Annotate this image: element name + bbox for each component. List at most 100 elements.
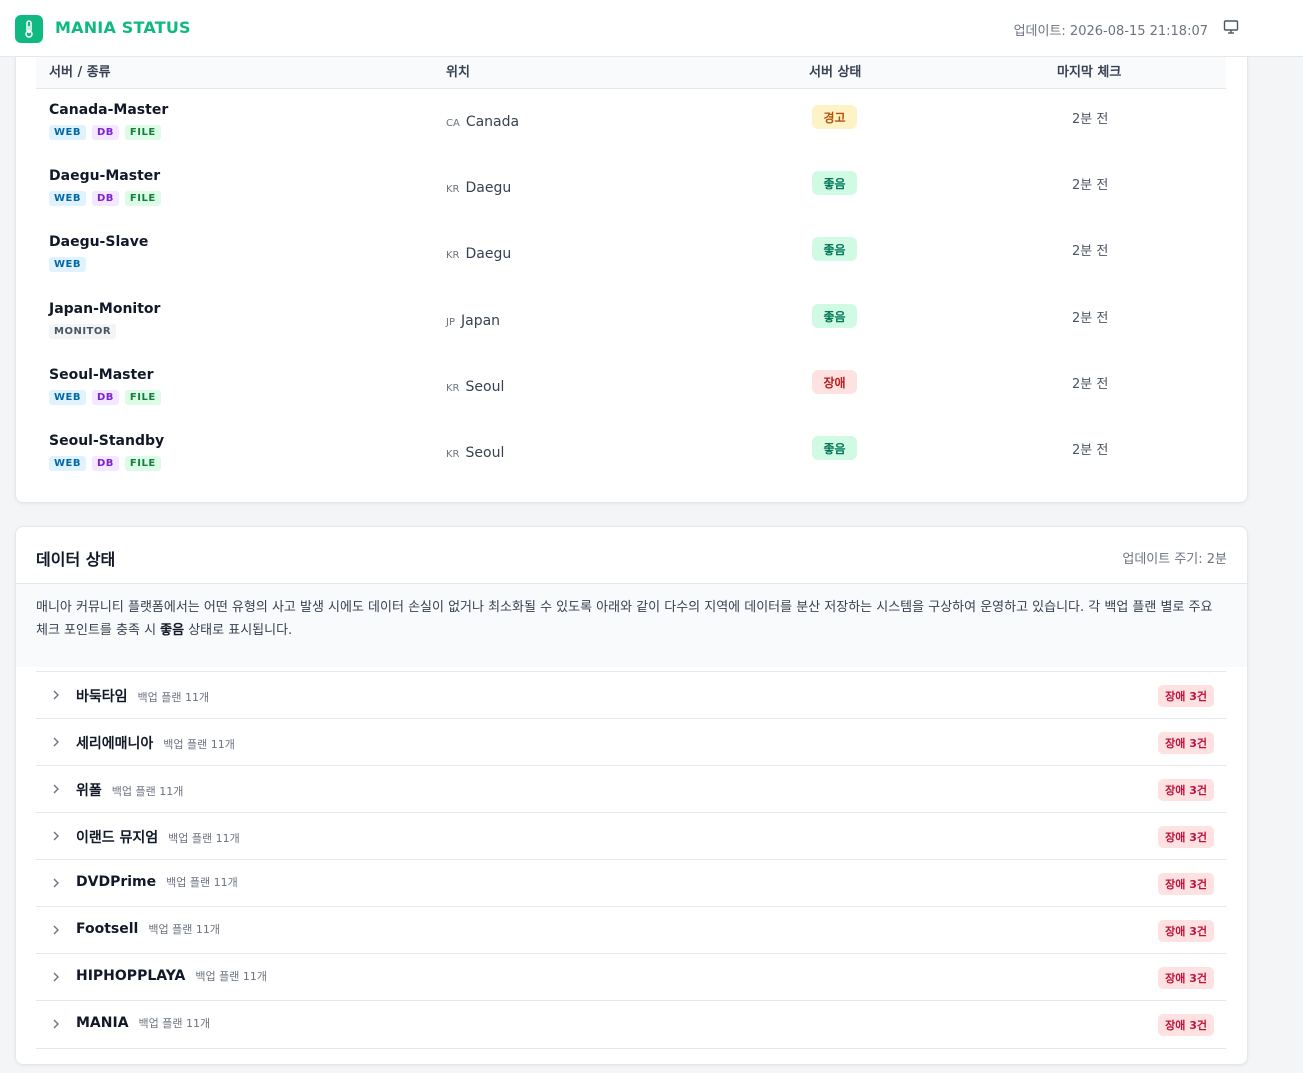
country-code: CA [446,118,460,129]
backup-plan-row[interactable]: Footsell 백업 플랜 11개 장애 3건 [36,906,1226,954]
server-tags: WEB DB FILE [49,125,161,140]
server-table-header: 서버 / 종류 위치 서버 상태 마지막 체크 [36,57,1226,89]
server-location: KR Daegu [446,246,511,262]
server-tags: WEB DB FILE [49,390,161,405]
location-name: Daegu [465,246,512,262]
server-tag: FILE [124,125,161,140]
backup-plan-row[interactable]: 세리에매니아 백업 플랜 11개 장애 3건 [36,718,1226,766]
chevron-right-icon[interactable] [51,924,61,936]
last-check-time: 2분 전 [1072,311,1109,326]
status-badge: 좋음 [812,304,857,328]
server-tag: MONITOR [49,324,117,339]
country-code: KR [446,250,460,261]
backup-plan-row[interactable]: 바둑타임 백업 플랜 11개 장애 3건 [36,671,1226,719]
country-code: KR [446,449,460,460]
chevron-right-icon[interactable] [51,736,61,748]
thermometer-icon[interactable] [15,15,43,43]
site-name: HIPHOPPLAYA 백업 플랜 11개 [76,968,267,984]
backup-plan-count: 백업 플랜 11개 [163,738,235,751]
backup-plan-count: 백업 플랜 11개 [166,876,238,889]
location-name: Japan [460,313,501,329]
data-status-card: 데이터 상태 업데이트 주기: 2분 매니아 커뮤니티 플랫폼에서는 어떤 유형… [15,526,1248,1065]
chevron-right-icon[interactable] [51,877,61,889]
server-location: KR Daegu [446,180,511,196]
status-badge: 경고 [812,105,857,129]
server-location: CA Canada [446,114,519,130]
server-tag: DB [91,456,119,471]
location-name: Seoul [465,379,505,395]
column-last-check: 마지막 체크 [1057,65,1122,80]
server-tags: WEB DB FILE [49,191,161,206]
server-tag: FILE [124,456,161,471]
server-row[interactable]: Canada-Master WEB DB FILE CA Canada 경고 2분 전 [36,102,1226,168]
chevron-right-icon[interactable] [51,1018,61,1030]
server-tags: WEB [49,257,86,272]
server-row[interactable]: Japan-Monitor MONITOR JP Japan 좋음 2분 전 [36,301,1226,367]
chevron-right-icon[interactable] [51,689,61,701]
incident-badge: 장애 3건 [1158,826,1214,848]
server-name: Seoul-Standby [49,433,165,449]
server-name: Daegu-Slave [49,234,149,250]
server-tag: WEB [49,191,86,206]
server-tag: WEB [49,125,86,140]
incident-badge: 장애 3건 [1158,685,1214,707]
last-updated-time: 업데이트: 2026-08-15 21:18:07 [1013,24,1208,39]
backup-plan-count: 백업 플랜 11개 [137,691,210,704]
server-name: Canada-Master [49,102,169,118]
last-check-time: 2분 전 [1072,377,1109,392]
data-status-title: 데이터 상태 [36,550,116,569]
top-bar: MANIA STATUS 업데이트: 2026-08-15 21:18:07 [0,0,1303,57]
server-row[interactable]: Seoul-Standby WEB DB FILE KR Seoul 좋음 2분 전 [36,433,1226,499]
site-name: MANIA 백업 플랜 11개 [76,1015,211,1031]
backup-plan-count: 백업 플랜 11개 [168,832,240,845]
update-cycle: 업데이트 주기: 2분 [1122,552,1227,567]
server-row[interactable]: Daegu-Slave WEB KR Daegu 좋음 2분 전 [36,234,1226,300]
status-badge: 장애 [812,370,857,394]
server-tag: DB [91,125,119,140]
brand-title[interactable]: MANIA STATUS [55,18,191,37]
server-status-card: 서버 / 종류 위치 서버 상태 마지막 체크 Canada-Master WEB… [15,30,1248,503]
last-check-time: 2분 전 [1072,112,1109,127]
server-tag: WEB [49,390,86,405]
incident-badge: 장애 3건 [1158,873,1214,895]
incident-badge: 장애 3건 [1158,732,1214,754]
backup-plan-count: 백업 플랜 11개 [138,1017,211,1030]
server-location: KR Seoul [446,445,504,461]
server-row[interactable]: Seoul-Master WEB DB FILE KR Seoul 장애 2분 전 [36,367,1226,433]
site-name: 위폴 백업 플랜 11개 [76,783,184,799]
last-check-time: 2분 전 [1072,443,1109,458]
server-location: KR Seoul [446,379,504,395]
server-tag: FILE [124,390,161,405]
backup-plan-row[interactable]: MANIA 백업 플랜 11개 장애 3건 [36,1000,1226,1049]
server-row[interactable]: Daegu-Master WEB DB FILE KR Daegu 좋음 2분 전 [36,168,1226,234]
server-name: Japan-Monitor [49,301,161,317]
location-name: Seoul [465,445,505,461]
incident-badge: 장애 3건 [1158,967,1214,989]
data-status-description: 매니아 커뮤니티 플랫폼에서는 어떤 유형의 사고 발생 시에도 데이터 손실이… [16,583,1247,667]
last-check-time: 2분 전 [1072,178,1109,193]
server-tag: DB [91,191,119,206]
backup-plan-count: 백업 플랜 11개 [148,923,220,936]
country-code: KR [446,383,460,394]
incident-badge: 장애 3건 [1158,1014,1214,1036]
backup-plan-row[interactable]: DVDPrime 백업 플랜 11개 장애 3건 [36,859,1226,907]
chevron-right-icon[interactable] [51,830,61,842]
column-location: 위치 [446,65,470,80]
site-name: Footsell 백업 플랜 11개 [76,921,220,937]
location-name: Canada [465,114,520,130]
site-name: 이랜드 뮤지엄 백업 플랜 11개 [76,830,240,846]
country-code: KR [446,184,460,195]
monitor-icon[interactable] [1223,19,1239,35]
server-tags: WEB DB FILE [49,456,161,471]
column-server-status: 서버 상태 [809,65,862,80]
server-name: Daegu-Master [49,168,161,184]
chevron-right-icon[interactable] [51,971,61,983]
backup-plan-row[interactable]: 위폴 백업 플랜 11개 장애 3건 [36,765,1226,813]
status-badge: 좋음 [812,436,857,460]
status-badge: 좋음 [812,237,857,261]
chevron-right-icon[interactable] [51,783,61,795]
backup-plan-row[interactable]: 이랜드 뮤지엄 백업 플랜 11개 장애 3건 [36,812,1226,860]
incident-badge: 장애 3건 [1158,779,1214,801]
backup-plan-row[interactable]: HIPHOPPLAYA 백업 플랜 11개 장애 3건 [36,953,1226,1001]
backup-plan-count: 백업 플랜 11개 [111,785,184,798]
